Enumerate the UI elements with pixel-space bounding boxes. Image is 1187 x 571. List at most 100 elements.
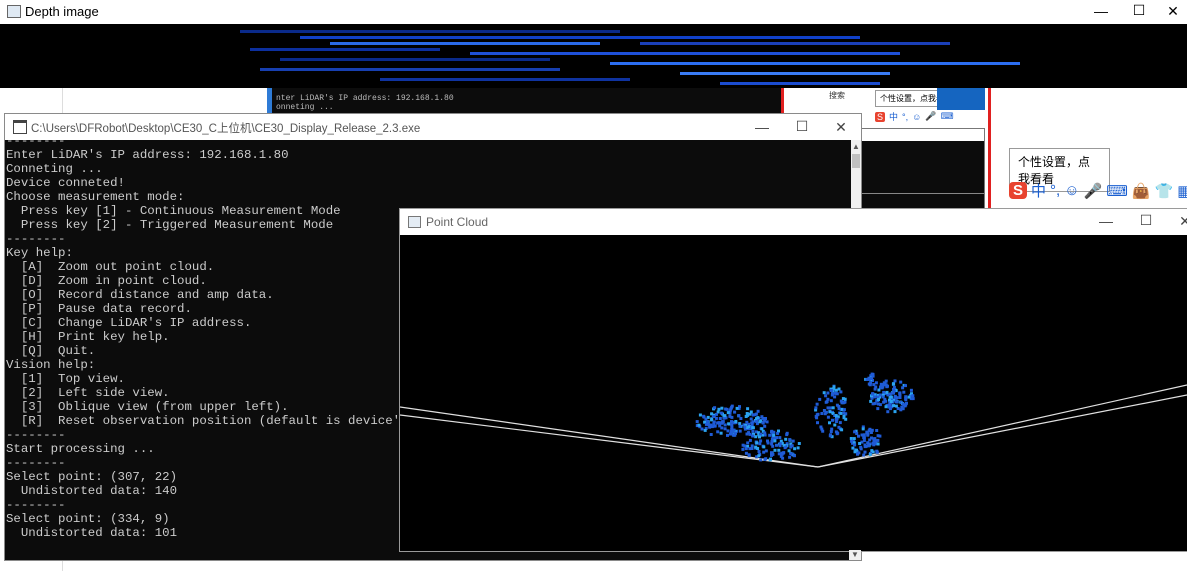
point (719, 431, 723, 435)
point (733, 410, 737, 414)
ime-emoji-icon[interactable]: ☺ (1064, 182, 1079, 199)
point (829, 399, 833, 403)
sogou-icon[interactable]: S (1009, 182, 1028, 199)
point (863, 443, 867, 447)
ime-voice-icon[interactable]: 🎤 (1084, 182, 1103, 200)
point (892, 382, 896, 386)
ime-punct-icon[interactable]: °, (1050, 182, 1060, 199)
console-titlebar[interactable]: C:\Users\DFRobot\Desktop\CE30_C上位机\CE30_… (5, 114, 861, 140)
point (744, 447, 748, 451)
point (775, 443, 778, 447)
point (901, 386, 905, 390)
point (869, 431, 873, 434)
point (745, 432, 749, 436)
point (873, 387, 877, 391)
ime-keyboard-icon[interactable]: ⌨ (941, 111, 954, 122)
point (765, 420, 769, 424)
close-button[interactable]: ✕ (818, 119, 864, 136)
point (876, 434, 880, 438)
point (713, 406, 717, 410)
point-cloud-canvas[interactable] (400, 235, 1187, 551)
ime-voice-icon[interactable]: 🎤 (925, 111, 936, 122)
point (784, 437, 788, 441)
point (879, 382, 883, 386)
point (796, 446, 800, 450)
point (766, 441, 770, 445)
point (907, 395, 911, 399)
point (904, 395, 908, 399)
search-label[interactable]: 搜索 (829, 90, 845, 101)
sogou-icon[interactable]: S (875, 111, 886, 122)
point (867, 444, 870, 448)
point (745, 420, 749, 424)
point (788, 455, 792, 459)
point (875, 429, 879, 432)
point (789, 445, 793, 449)
background-console-line: nter LiDAR's IP address: 192.168.1.80 (276, 94, 454, 103)
point (759, 439, 763, 443)
point (858, 442, 862, 445)
window-title: Point Cloud (426, 215, 489, 229)
point (862, 433, 866, 437)
point (706, 420, 709, 424)
point (787, 449, 791, 453)
point (884, 405, 888, 409)
point (755, 420, 759, 423)
point (723, 414, 727, 418)
point (719, 411, 723, 415)
point (708, 425, 712, 429)
point (748, 447, 752, 451)
scroll-up-icon[interactable]: ▲ (852, 142, 860, 151)
ime-grid-icon[interactable]: ▦ (1177, 182, 1187, 200)
point (793, 447, 797, 451)
point (873, 439, 877, 443)
depth-image-canvas[interactable] (0, 24, 1187, 88)
ime-toolbar-large[interactable]: S 中 °, ☺ 🎤 ⌨ 👜 👕 ▦ (1009, 180, 1187, 201)
background-console-line: onneting ... (276, 103, 334, 112)
point (834, 430, 838, 434)
point (758, 420, 762, 424)
point (751, 420, 755, 424)
point (770, 451, 773, 455)
point (902, 390, 906, 394)
point (889, 395, 893, 399)
ime-skin-icon[interactable]: 👜 (1132, 182, 1151, 200)
ime-punct-icon[interactable]: °, (902, 112, 908, 122)
point (866, 432, 870, 436)
point (911, 397, 915, 401)
outer-scroll-down-icon[interactable]: ▼ (849, 550, 861, 560)
close-button[interactable]: ✕ (1150, 3, 1187, 20)
point (893, 410, 897, 414)
point (874, 381, 878, 385)
point (820, 412, 824, 415)
point (816, 412, 820, 416)
scroll-thumb[interactable] (852, 154, 860, 168)
point (855, 448, 858, 452)
point (837, 425, 841, 429)
point (842, 401, 846, 404)
point (743, 425, 747, 429)
point (815, 402, 819, 406)
point (718, 417, 722, 420)
point (869, 399, 873, 403)
point (726, 433, 729, 437)
ime-shirt-icon[interactable]: 👕 (1155, 182, 1174, 200)
ime-emoji-icon[interactable]: ☺ (912, 112, 921, 122)
point (851, 446, 855, 450)
close-button[interactable]: ✕ (1162, 213, 1187, 230)
point (867, 377, 871, 381)
console-icon (13, 120, 27, 134)
ime-keyboard-icon[interactable]: ⌨ (1106, 182, 1128, 200)
ime-chinese-icon[interactable]: 中 (889, 110, 898, 123)
depth-window-titlebar[interactable]: Depth image — ☐ ✕ (0, 0, 1187, 24)
point (849, 437, 853, 440)
point (761, 421, 765, 425)
ime-chinese-icon[interactable]: 中 (1031, 180, 1046, 201)
ime-toolbar-small[interactable]: S 中 °, ☺ 🎤 ⌨ (875, 110, 954, 123)
point-cloud-titlebar[interactable]: Point Cloud — ☐ ✕ (400, 209, 1187, 235)
point (855, 432, 859, 435)
point (844, 417, 848, 421)
point (712, 415, 716, 418)
point (833, 423, 837, 427)
point (890, 391, 894, 395)
